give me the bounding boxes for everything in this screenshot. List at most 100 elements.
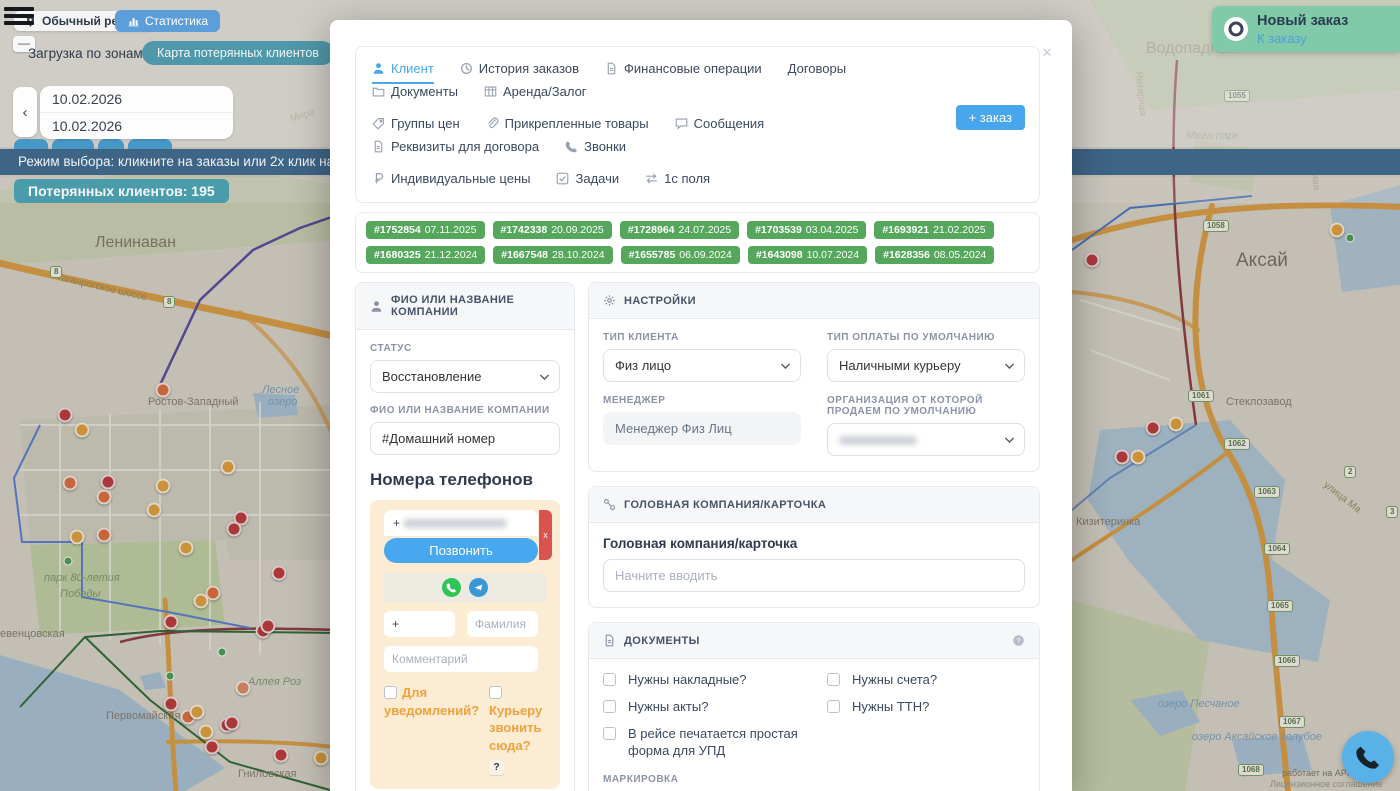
tab[interactable]: Финансовые операции [605,61,762,80]
date-prev-button[interactable]: ‹ [13,87,37,137]
file-icon [605,62,618,75]
document-checkbox[interactable]: Нужны счета? [827,672,1025,689]
checkbox[interactable] [827,673,840,686]
checkbox[interactable] [827,700,840,713]
order-badge[interactable]: #166754828.10.2024 [493,246,612,264]
link-icon [603,498,616,511]
tab[interactable]: Реквизиты для договора [372,139,539,158]
tab[interactable]: Задачи [556,171,619,190]
surname-input[interactable]: Фамилия [467,611,538,637]
tab-label: 1с поля [664,171,710,186]
tab[interactable]: Аренда/Залог [484,84,587,103]
notification-action-link[interactable]: К заказу [1257,31,1348,46]
checkbox[interactable] [489,686,502,699]
order-badge[interactable]: #164309810.07.2024 [748,246,867,264]
order-badge[interactable]: #172896424.07.2025 [620,221,739,239]
payment-type-select[interactable]: Наличными курьеру [827,349,1025,382]
checkbox[interactable] [384,686,397,699]
organization-select[interactable] [827,423,1025,456]
checkbox[interactable] [603,700,616,713]
check-square-icon [556,172,569,185]
tab-label: Группы цен [391,116,460,131]
order-badge[interactable]: #165578506.09.2024 [621,246,740,264]
chevron-down-icon [779,359,792,372]
tab-label: Задачи [575,171,619,186]
marking-label: МАРКИРОВКА [603,774,1025,785]
date-range-panel: 10.02.2026 10.02.2026 [40,86,233,139]
notifications-checkbox[interactable]: Для уведомлений? [384,684,479,775]
messenger-strip [384,573,546,602]
order-badge[interactable]: #175285407.11.2025 [366,221,485,239]
menu-icon[interactable] [4,7,34,28]
tab-label: Прикрепленные товары [505,116,649,131]
payment-type-label: ТИП ОПЛАТЫ ПО УМОЛЧАНИЮ [827,332,1025,343]
tab[interactable]: Сообщения [675,116,765,135]
tab[interactable]: Клиент [372,61,434,80]
phone-number-input[interactable]: + [384,510,538,536]
new-order-notification[interactable]: Новый заказ К заказу [1212,6,1400,52]
clock-icon [460,62,473,75]
date-to-input[interactable]: 10.02.2026 [40,112,233,139]
phone-card: x + Позвонить [370,500,560,789]
name-label: ФИО ИЛИ НАЗВАНИЕ КОМПАНИИ [370,405,560,416]
tab[interactable]: История заказов [460,61,579,80]
settings-card: НАСТРОЙКИ ТИП КЛИЕНТА Физ лицо ТИП ОПЛАТ… [588,282,1040,472]
head-company-input[interactable]: Начните вводить [603,559,1025,592]
phone-icon [1355,744,1381,770]
head-company-card: ГОЛОВНАЯ КОМПАНИЯ/КАРТОЧКА Головная комп… [588,486,1040,608]
comment-input[interactable]: Комментарий [384,646,538,672]
statistics-button[interactable]: Статистика [115,10,220,32]
head-company-title: ГОЛОВНАЯ КОМПАНИЯ/КАРТОЧКА [624,499,826,511]
zones-load-label[interactable]: Загрузка по зонам [28,46,143,61]
checkbox[interactable] [603,727,616,740]
tab[interactable]: Группы цен [372,116,460,135]
client-type-select[interactable]: Физ лицо [603,349,801,382]
delete-phone-button[interactable]: x [539,510,552,560]
bar-chart-icon [127,15,140,28]
add-order-button[interactable]: + заказ [956,105,1025,130]
document-checkbox[interactable]: Нужны ТТН? [827,699,1025,716]
extra-phone-input[interactable]: + [384,611,455,637]
order-badge[interactable]: #170353903.04.2025 [747,221,866,239]
client-card-title: ФИО ИЛИ НАЗВАНИЕ КОМПАНИИ [391,294,560,318]
gear-icon [603,294,616,307]
recent-orders: #175285407.11.2025 #174233820.09.2025 #172… [355,212,1040,273]
order-badge[interactable]: #162835608.05.2024 [875,246,994,264]
help-question-chip[interactable]: ? [489,760,504,775]
tab[interactable]: Договоры [788,61,846,80]
call-button[interactable]: Позвонить [384,538,538,563]
chevron-down-icon [538,370,551,383]
phone-fab-button[interactable] [1342,731,1394,783]
document-checkbox[interactable]: Нужны акты? [603,699,801,716]
screen: ЛенинаванВодопадныйАксайРостов-ЗападныйЛ… [0,0,1400,791]
courier-call-checkbox[interactable]: Курьеру звонить сюда? ? [489,684,542,775]
order-badge[interactable]: #169392121.02.2025 [874,221,993,239]
document-checkbox[interactable]: В рейсе печатается простая форма для УПД [603,726,801,760]
date-from-input[interactable]: 10.02.2026 [40,86,233,112]
status-select[interactable]: Восстановление [370,360,560,393]
tab-label: Документы [391,84,458,99]
close-icon[interactable]: × [1042,44,1052,61]
tab[interactable]: Звонки [565,139,626,158]
redacted-phone [403,519,507,528]
documents-card: ДОКУМЕНТЫ ? Нужны накладные?Нужны акты?В… [588,622,1040,791]
tab[interactable]: Индивидуальные цены [372,171,530,190]
checkbox[interactable] [603,673,616,686]
order-badge[interactable]: #174233820.09.2025 [493,221,612,239]
tab[interactable]: Прикрепленные товары [486,116,649,135]
notification-title: Новый заказ [1257,13,1348,29]
chevron-down-icon [1003,433,1016,446]
telegram-icon[interactable] [469,578,488,597]
order-badge[interactable]: #168032521.12.2024 [366,246,485,264]
tab[interactable]: 1с поля [645,171,710,190]
statistics-label: Статистика [145,14,208,28]
help-icon[interactable]: ? [1012,634,1025,647]
document-checkbox[interactable]: Нужны накладные? [603,672,801,689]
whatsapp-icon[interactable] [442,578,461,597]
tab[interactable]: Документы [372,84,458,103]
lost-clients-map-button[interactable]: Карта потерянных клиентов [142,41,334,65]
client-type-label: ТИП КЛИЕНТА [603,332,801,343]
tab-label: Сообщения [694,116,765,131]
name-input[interactable]: #Домашний номер [370,422,560,455]
checkbox-label: В рейсе печатается простая форма для УПД [628,726,801,760]
